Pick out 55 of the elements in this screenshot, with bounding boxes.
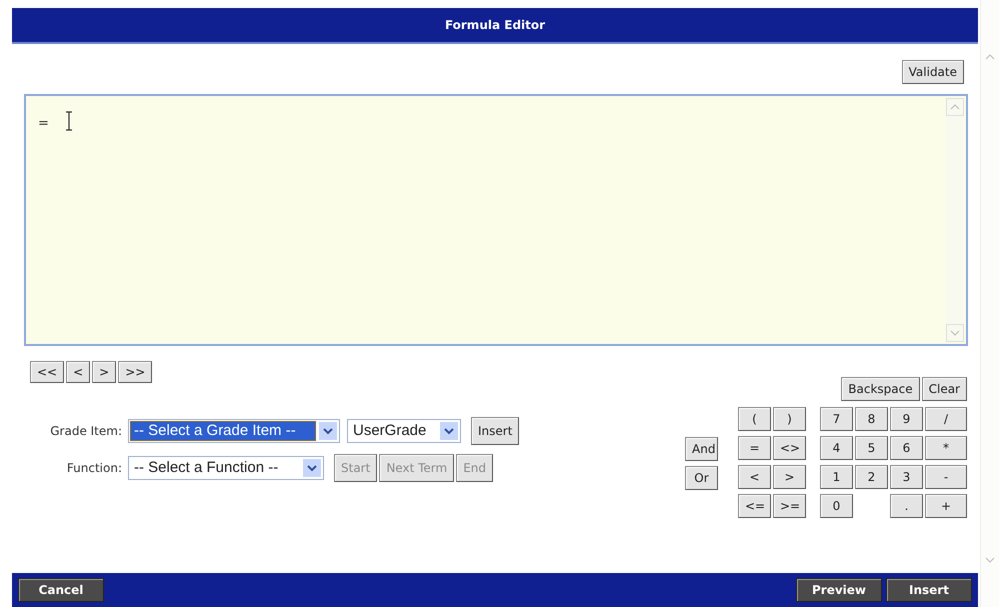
dropdown-value: UserGrade xyxy=(352,422,428,440)
keypad-button[interactable]: + xyxy=(925,494,967,518)
edit-button[interactable]: Clear xyxy=(922,377,967,401)
dropdown[interactable]: UserGrade xyxy=(347,419,461,443)
dropdown[interactable]: -- Select a Function -- xyxy=(128,456,324,480)
chevron-icon xyxy=(440,422,458,440)
function-label: Function: xyxy=(66,460,123,477)
keypad-button[interactable]: 6 xyxy=(890,436,923,460)
edit-button[interactable]: Backspace xyxy=(841,377,920,401)
footer-button[interactable]: Insert xyxy=(886,578,972,602)
operator-button[interactable]: <= xyxy=(738,494,771,518)
keypad-button[interactable]: 9 xyxy=(890,407,923,431)
operator-button[interactable]: = xyxy=(738,436,771,460)
scroll-down-icon xyxy=(946,324,964,342)
keypad-button[interactable]: 3 xyxy=(890,465,923,489)
keypad-button[interactable]: 8 xyxy=(855,407,888,431)
keypad-button[interactable]: 2 xyxy=(855,465,888,489)
validate-button[interactable]: Validate xyxy=(902,60,964,84)
grade-item-label: Grade Item: xyxy=(49,423,123,440)
logic-button[interactable]: Or xyxy=(685,466,718,490)
text-cursor-icon xyxy=(66,111,72,131)
keypad-button[interactable]: 5 xyxy=(855,436,888,460)
operator-button[interactable]: ) xyxy=(773,407,806,431)
keypad-button[interactable]: 1 xyxy=(820,465,853,489)
footer-button[interactable]: Cancel xyxy=(18,578,104,602)
nav-button[interactable]: << xyxy=(30,361,64,383)
dropdown-value: -- Select a Function -- xyxy=(133,459,280,477)
keypad-button[interactable]: . xyxy=(890,494,923,518)
scroll-up-icon xyxy=(985,54,995,60)
keypad-button[interactable]: * xyxy=(925,436,967,460)
formula-field[interactable]: = xyxy=(24,94,968,346)
footer-button[interactable]: Preview xyxy=(796,578,882,602)
keypad-button[interactable]: 7 xyxy=(820,407,853,431)
dropdown[interactable]: -- Select a Grade Item -- xyxy=(128,419,340,443)
nav-button[interactable]: < xyxy=(66,361,90,383)
operator-button[interactable]: <> xyxy=(773,436,806,460)
formula-text: = xyxy=(38,115,49,133)
keypad-button[interactable]: - xyxy=(925,465,967,489)
operator-button[interactable]: > xyxy=(773,465,806,489)
operator-button[interactable]: < xyxy=(738,465,771,489)
keypad-button[interactable]: 0 xyxy=(820,494,853,518)
scroll-up-icon xyxy=(946,98,964,116)
insert-button[interactable]: Insert xyxy=(471,417,520,445)
window-title: Formula Editor xyxy=(444,17,546,34)
chevron-icon xyxy=(319,422,337,440)
logic-button[interactable]: And xyxy=(685,437,718,461)
operator-button[interactable]: >= xyxy=(773,494,806,518)
chevron-icon xyxy=(303,459,321,477)
nav-button[interactable]: >> xyxy=(118,361,152,383)
scroll-down-icon xyxy=(985,557,995,563)
keypad-button[interactable]: / xyxy=(925,407,967,431)
operator-button[interactable]: ( xyxy=(738,407,771,431)
keypad-button[interactable]: 4 xyxy=(820,436,853,460)
nav-button[interactable]: > xyxy=(92,361,116,383)
dropdown-value: -- Select a Grade Item -- xyxy=(131,422,315,440)
